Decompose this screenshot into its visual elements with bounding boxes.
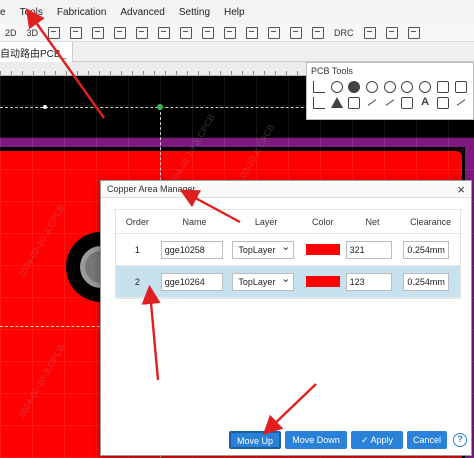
dialog-button-bar: Move Up Move Down ✓ Apply Cancel ? [101,421,471,455]
layer-select[interactable]: TopLayer [232,240,295,259]
name-field[interactable]: gge10264 [160,272,223,291]
ungroup-icon[interactable] [290,26,303,39]
image-icon[interactable] [436,81,449,93]
route-icon[interactable] [312,26,325,39]
circle-icon[interactable] [419,81,432,93]
move-down-button[interactable]: Move Down [285,431,347,449]
layer-select[interactable]: TopLayer [232,272,295,291]
menu-item-advanced[interactable]: Advanced [113,7,171,18]
document-tab[interactable]: 自动路由PCB_ [0,42,74,62]
close-icon[interactable]: × [457,182,465,197]
table-row[interactable]: 1 gge10258 TopLayer 321 0.254mm [116,234,460,266]
column-header-name: Name [182,216,207,227]
text-icon[interactable] [419,96,431,109]
dialog-title: Copper Area Manager [107,184,196,194]
column-header-order: Order [125,216,149,227]
drc-button[interactable]: DRC [329,28,359,38]
row-order: 2 [134,276,140,287]
color-swatch[interactable] [305,276,340,287]
view-3d-button[interactable]: 3D [22,28,44,38]
row-order: 1 [134,244,140,255]
copper-area-table: Order Name Layer Color Net Clearance 1 g… [115,209,461,299]
apply-button-label: Apply [370,435,394,445]
name-field[interactable]: gge10258 [160,240,223,259]
align-middle-icon[interactable] [202,26,215,39]
menu-bar: e Tools Fabrication Advanced Setting Hel… [0,0,474,24]
group-icon[interactable] [268,26,281,39]
copper-area-manager-dialog: Copper Area Manager × Order Name Layer C… [100,180,472,456]
align-top-icon[interactable] [136,26,149,39]
table-header: Order Name Layer Color Net Clearance [116,210,460,234]
menu-item-file[interactable]: e [0,7,13,18]
align-bottom-icon[interactable] [158,26,171,39]
pcb-tools-panel: PCB Tools [306,62,474,120]
settings-icon[interactable] [385,26,398,39]
menu-item-help[interactable]: Help [217,7,252,18]
align-right-icon[interactable] [114,26,127,39]
document-tab-bar: 自动路由PCB_ [0,42,474,62]
arc-icon[interactable] [366,81,379,93]
pcb-tools-grid [311,81,471,109]
check-icon: ✓ [360,435,371,445]
cross-icon[interactable] [384,97,396,109]
fill-icon[interactable] [454,81,467,93]
move-up-button[interactable]: Move Up [229,431,281,449]
distribute-vertical-icon[interactable] [246,26,259,39]
selected-vertex-handle[interactable] [157,104,163,110]
layer-icon[interactable] [363,26,376,39]
triangle-icon[interactable] [330,97,343,108]
vertex-handle[interactable] [43,105,47,109]
column-header-layer: Layer [254,216,278,227]
import-icon[interactable] [48,26,61,39]
color-swatch[interactable] [305,244,340,255]
dimension-icon[interactable] [401,97,414,109]
corner-icon[interactable] [313,97,325,109]
circle-icon[interactable] [401,81,414,93]
view-2d-button[interactable]: 2D [0,28,22,38]
pcb-tools-title: PCB Tools [311,66,353,76]
net-field[interactable]: 321 [345,240,392,259]
menu-item-tools[interactable]: Tools [13,7,50,18]
apply-button[interactable]: ✓ Apply [351,431,403,449]
align-center-icon[interactable] [180,26,193,39]
column-header-net: Net [365,216,380,227]
clearance-field[interactable]: 0.254mm [403,240,450,259]
arc-icon[interactable] [383,81,396,93]
export-icon[interactable] [70,26,83,39]
grid-icon[interactable] [407,26,420,39]
menu-item-fabrication[interactable]: Fabrication [50,7,113,18]
polygon-icon[interactable] [348,97,361,109]
column-header-color: Color [312,216,334,227]
menu-item-setting[interactable]: Setting [172,7,217,18]
circle-icon[interactable] [330,81,343,93]
ruler-icon[interactable] [455,97,467,109]
cancel-button[interactable]: Cancel [407,431,447,449]
guide-line-horizontal-lower [0,326,110,327]
toolbar: 2D 3D DRC [0,24,474,42]
line-icon[interactable] [366,97,378,109]
square-icon[interactable] [436,97,449,109]
track-icon[interactable] [313,81,325,93]
table-row-selected[interactable]: 2 gge10264 TopLayer 123 0.254mm [116,266,460,298]
align-left-icon[interactable] [92,26,105,39]
pin-icon[interactable] [348,81,361,93]
dialog-title-bar[interactable]: Copper Area Manager × [101,181,471,198]
distribute-icon[interactable] [224,26,237,39]
help-icon[interactable]: ? [453,433,467,447]
net-field[interactable]: 123 [345,272,392,291]
clearance-field[interactable]: 0.254mm [403,272,450,291]
column-header-clearance: Clearance [410,216,452,227]
